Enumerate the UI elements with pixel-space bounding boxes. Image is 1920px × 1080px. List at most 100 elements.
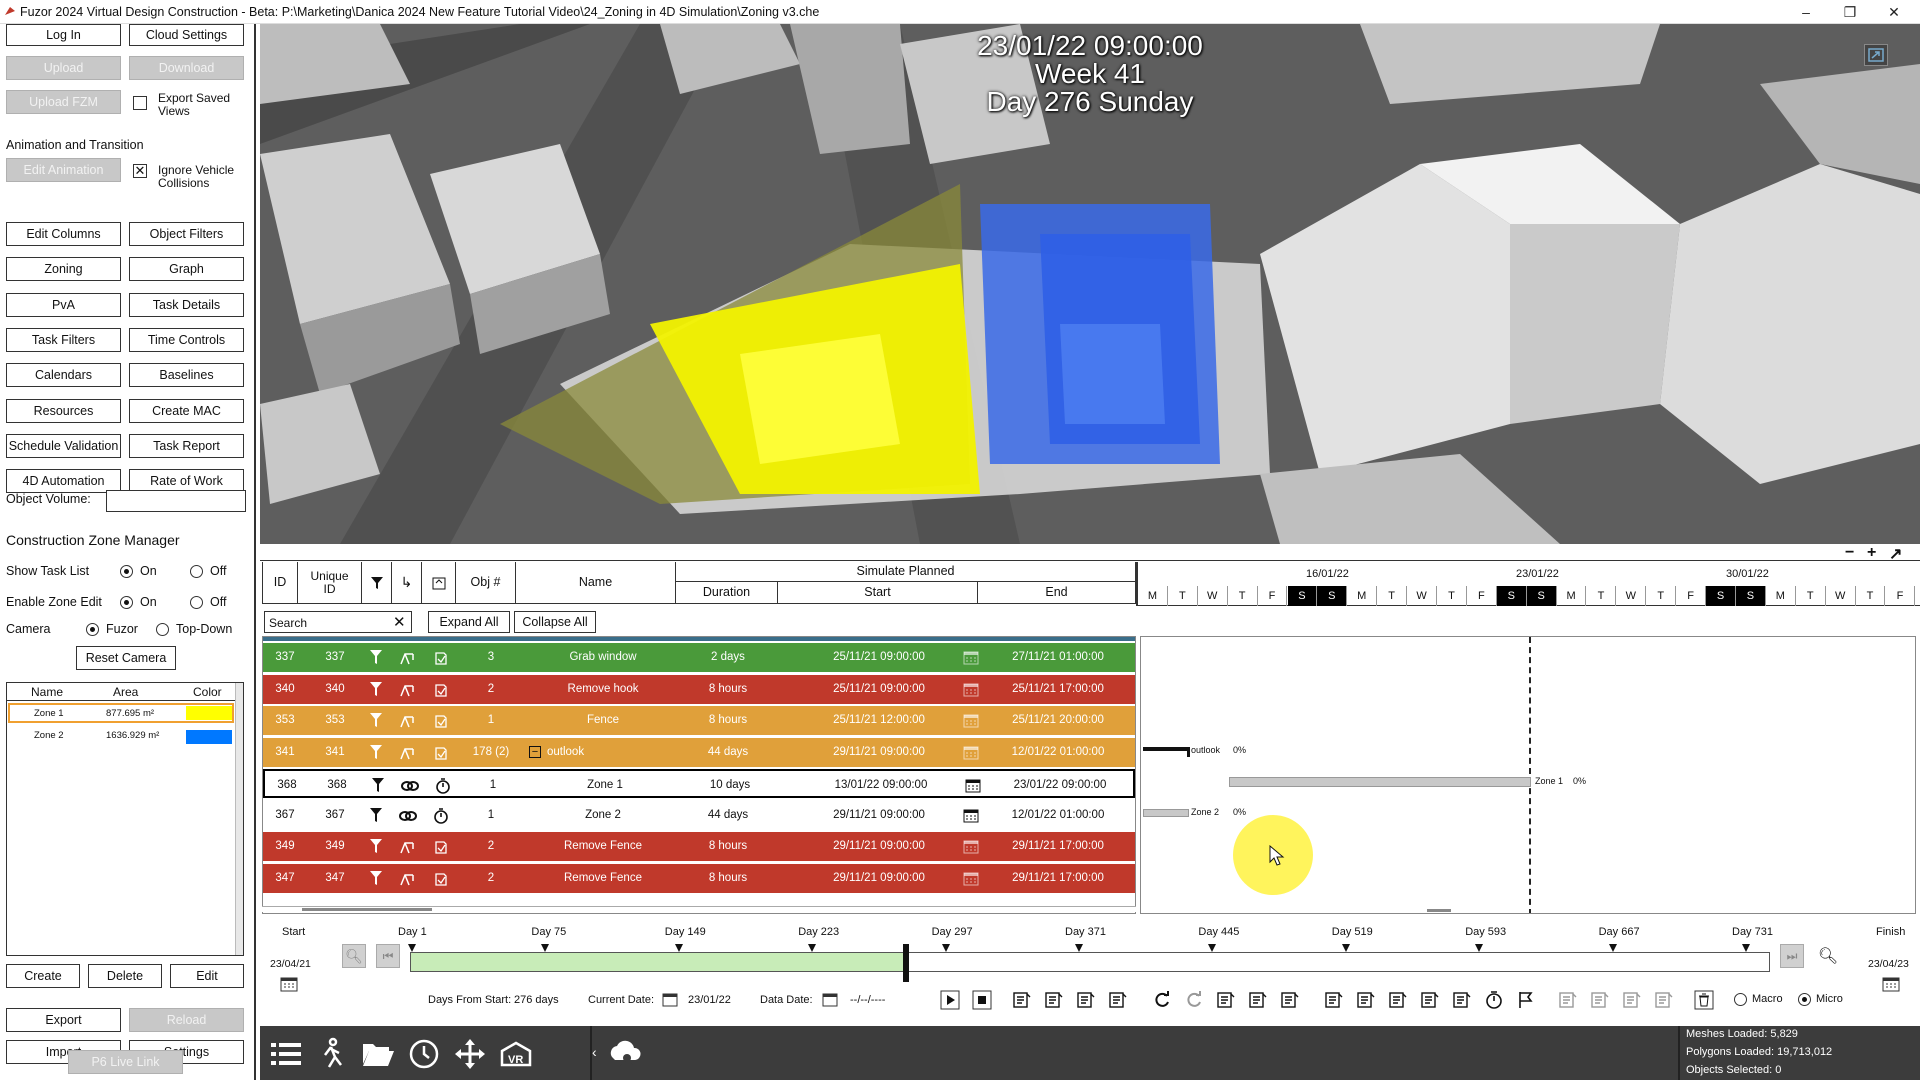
remove-task-icon[interactable] [1074,988,1098,1012]
end-calendar-icon[interactable] [963,809,979,823]
baselines-button[interactable]: Baselines [129,363,244,388]
reload-button[interactable]: Reload [129,1008,244,1032]
filter-icon[interactable] [369,807,383,823]
col-obj[interactable]: Obj # [456,562,516,604]
filter-icon[interactable] [369,712,383,728]
edit-columns-button[interactable]: Edit Columns [6,222,121,246]
show-task-list-off-radio[interactable] [190,565,203,578]
resource-chart-icon[interactable] [1386,988,1410,1012]
end-calendar-icon[interactable] [963,714,979,728]
zone-list-scrollbar[interactable] [235,683,243,955]
expand-all-button[interactable]: Expand All [428,611,510,633]
gantt-scroll-thumb[interactable] [1427,909,1451,912]
outdent-icon[interactable] [1652,988,1676,1012]
link-tasks-icon[interactable] [1354,988,1378,1012]
task-details-button[interactable]: Task Details [129,292,244,317]
schedule-search-input[interactable]: Search ✕ [264,611,412,633]
reset-camera-button[interactable]: Reset Camera [76,646,176,670]
clear-search-icon[interactable]: ✕ [393,613,406,631]
calendars-button[interactable]: Calendars [6,363,121,388]
table-row[interactable]: 367 367 1 Zone 2 44 days 29/11/21 09:00:00 12/… [263,800,1135,830]
zoning-button[interactable]: Zoning [6,257,121,282]
sequence-icon[interactable] [1214,988,1238,1012]
micro-radio[interactable] [1798,993,1811,1006]
move-arrows-icon[interactable] [452,1036,488,1072]
filter-icon[interactable] [369,744,383,760]
gantt-bar-zone-1[interactable] [1229,777,1531,787]
upload-fzm-button[interactable]: Upload FZM [6,90,121,114]
task-filters-button[interactable]: Task Filters [6,327,121,352]
enable-zone-edit-on-radio[interactable] [120,596,133,609]
collapse-icon[interactable] [1246,988,1270,1012]
filter-icon[interactable] [369,681,383,697]
edit-zone-button[interactable]: Edit [170,964,244,988]
resources-button[interactable]: Resources [6,398,121,423]
end-calendar-icon[interactable] [963,840,979,854]
timeline-track[interactable]: Day 1 Day 75 Day 149 Day 223 Day 297 Day 371 D… [398,926,1773,982]
gantt-bar-zone-2[interactable] [1143,809,1189,817]
add-task-icon[interactable] [1010,988,1034,1012]
download-button[interactable]: Download [129,56,244,80]
skip-start-icon[interactable]: ⏮ [376,944,400,968]
object-volume-field[interactable] [106,490,246,512]
timer-icon[interactable] [1482,988,1506,1012]
end-calendar-icon[interactable] [963,683,979,697]
filter-icon[interactable] [369,649,383,665]
sync-icon[interactable] [1150,988,1174,1012]
export-button[interactable]: Export [6,1008,121,1032]
col-simulate-planned[interactable]: Simulate Planned [676,562,1136,582]
end-calendar-icon[interactable] [963,872,979,886]
current-date-calendar-icon[interactable] [662,993,678,1007]
zone-color-swatch[interactable] [186,706,232,720]
refresh-icon[interactable] [1182,988,1206,1012]
4d-automation-button[interactable]: 4D Automation [6,469,121,494]
col-filter[interactable] [362,562,392,604]
sort-icon[interactable] [1588,988,1612,1012]
gantt-chart[interactable]: outlook 0% Zone 1 0% Zone 2 0% [1140,636,1916,914]
gantt-bar-outlook[interactable] [1143,747,1189,751]
flag-icon[interactable] [1514,988,1538,1012]
cloud-user-icon[interactable] [606,1036,642,1072]
col-link[interactable]: ↳ [392,562,422,604]
col-id[interactable]: ID [262,562,298,604]
stop-icon[interactable] [970,988,994,1012]
ignore-vehicle-collisions-checkbox[interactable]: ✕ [133,164,147,178]
time-controls-button[interactable]: Time Controls [129,327,244,352]
filter-icon[interactable] [369,870,383,886]
create-zone-button[interactable]: Create [6,964,80,988]
skip-end-icon[interactable]: ⏭ [1780,944,1804,968]
indent-icon[interactable] [1620,988,1644,1012]
upload-button[interactable]: Upload [6,56,121,80]
clock-icon[interactable] [406,1036,442,1072]
table-row[interactable]: 368 368 1 Zone 1 10 days 13/01/22 09:00:00 23/… [263,769,1135,798]
play-icon[interactable] [938,988,962,1012]
expand-arrow-icon[interactable]: ↗ [1889,544,1902,564]
delete-zone-button[interactable]: Delete [88,964,162,988]
split-icon[interactable] [1278,988,1302,1012]
table-h-scrollbar[interactable] [262,906,1136,912]
enable-zone-edit-off-radio[interactable] [190,596,203,609]
zoom-in-icon[interactable]: 🔍︎ [1816,944,1840,968]
table-row[interactable]: 349 349 2 Remove Fence 8 hours 29/11/21 09:00… [263,832,1135,861]
task-list-icon[interactable] [1106,988,1130,1012]
expand-view-icon[interactable] [1864,44,1888,66]
task-report-button[interactable]: Task Report [129,433,244,458]
finish-calendar-icon[interactable] [1882,976,1900,992]
zone-row-2[interactable]: Zone 2 1636.929 m² [8,727,234,747]
table-row[interactable]: 340 340 2 Remove hook 8 hours 25/11/21 09:00:… [263,674,1135,704]
edit-animation-button[interactable]: Edit Animation [6,158,121,182]
report-icon[interactable] [1322,988,1346,1012]
col-resource[interactable] [422,562,456,604]
camera-fuzor-radio[interactable] [86,623,99,636]
object-filters-button[interactable]: Object Filters [129,222,244,246]
menu-list-icon[interactable] [268,1036,304,1072]
camera-top-down-radio[interactable] [156,623,169,636]
vehicle-icon[interactable] [1450,988,1474,1012]
graph-button[interactable]: Graph [129,257,244,282]
start-calendar-icon[interactable] [280,976,298,992]
open-folder-icon[interactable] [360,1036,396,1072]
crane-tool-icon[interactable] [1418,988,1442,1012]
col-start[interactable]: Start [778,582,978,604]
col-duration[interactable]: Duration [676,582,778,604]
export-saved-views-checkbox[interactable] [133,96,147,110]
